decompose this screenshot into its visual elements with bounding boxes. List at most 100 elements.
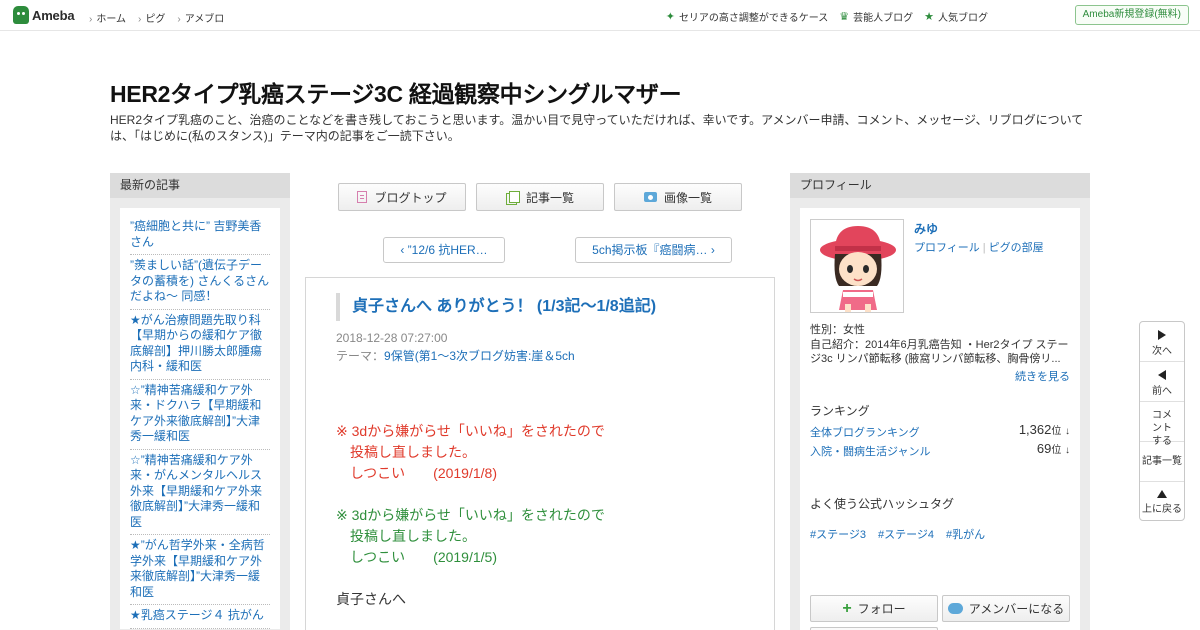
pig-room-link[interactable]: ピグの部屋 (989, 242, 1044, 254)
theme-label: テーマ： (336, 349, 385, 363)
image-list-button[interactable]: 画像一覧 (614, 183, 742, 211)
read-more-link[interactable]: 続きを見る (1015, 368, 1070, 384)
article-card: 貞子さんへ ありがとう！ (1/3記～1/8追記) 2018-12-28 07:… (305, 277, 775, 630)
amember-label: アメンバーになる (968, 602, 1065, 616)
chevron-right-icon: › (707, 243, 715, 257)
notice-line: しつこい (2019/1/8) (336, 465, 497, 481)
recent-articles-list: ”癌細胞と共に” 吉野美香さん ”羨ましい話”(遺伝子データの蓄積を) さんくる… (120, 208, 280, 629)
recent-article-item[interactable]: ☆”精神苦痛緩和ケア外来・ドクハラ【早期緩和ケア外来徹底解剖】”大津秀一緩和医 (130, 380, 270, 450)
ranking-arrow: ↓ (1065, 426, 1070, 437)
recent-article-item[interactable]: ”癌細胞と共に” 吉野美香さん (130, 216, 270, 255)
article-body: ※ 3dから嫌がらせ「いいね」をされたので 投稿し直しました。 しつこい (20… (336, 421, 605, 610)
ranking-number: 1,362 (1018, 422, 1052, 437)
blog-top-button[interactable]: ブログトップ (338, 183, 466, 211)
profile-links: プロフィール | ピグの部屋 (914, 239, 1044, 255)
recent-articles-panel: 最新の記事 ”癌細胞と共に” 吉野美香さん ”羨ましい話”(遺伝子データの蓄積を… (110, 173, 290, 630)
chevron-left-icon: ‹ (400, 243, 408, 257)
header-right-links: ✦ セリアの高さ調整ができるケース ♛ 芸能人ブログ ★ 人気ブログ (666, 9, 988, 24)
trend-link[interactable]: ✦ セリアの高さ調整ができるケース (666, 9, 829, 24)
nav-ameblo[interactable]: アメブロ (177, 10, 225, 25)
recent-article-item[interactable]: ”羨ましい話”(遺伝子データの蓄積を) さんくるさんだよね～ 同感！ (130, 255, 270, 310)
profile-name[interactable]: みゆ (914, 220, 938, 237)
avatar-illustration (811, 220, 903, 312)
float-prev-button[interactable]: 前へ (1140, 362, 1184, 402)
blog-title[interactable]: HER2タイプ乳癌ステージ3C 経過観察中シングルマザー (110, 75, 682, 109)
ranking-label[interactable]: 全体ブログランキング (810, 427, 920, 439)
ranking-value: 1,362位 ↓ (1019, 422, 1070, 437)
sparkle-icon: ✦ (665, 11, 675, 23)
next-article-link[interactable]: 5ch掲示板『癌闘病… › (575, 237, 732, 263)
article-list-label: 記事一覧 (525, 190, 574, 205)
amember-button[interactable]: アメンバーになる (942, 595, 1070, 622)
float-list-button[interactable]: 記事一覧 (1140, 442, 1184, 482)
notice-line: しつこい (2019/1/5) (336, 549, 497, 565)
global-header: Ameba ホーム ピグ アメブロ ✦ セリアの高さ調整ができるケース ♛ 芸能… (0, 0, 1200, 31)
popular-blog-link[interactable]: ★ 人気ブログ (924, 9, 988, 24)
camera-icon (643, 192, 657, 202)
hashtag-link[interactable]: #ステージ4 (878, 526, 934, 542)
hashtag-heading: よく使う公式ハッシュタグ (810, 497, 955, 511)
follow-button[interactable]: + フォロー (810, 595, 938, 622)
ranking-heading: ランキング (810, 404, 870, 418)
profile-card: みゆ プロフィール | ピグの部屋 性別：女性 自己紹介：2014年6月乳癌告知 ・… (800, 208, 1080, 630)
signup-button[interactable]: Ameba新規登録(無料) (1074, 5, 1189, 25)
recent-article-item[interactable]: ★”がん哲学外来・全病哲学外来【早期緩和ケア外来徹底解剖】”大津秀一緩和医 (130, 535, 270, 605)
float-list-label: 記事一覧 (1142, 456, 1182, 467)
blog-top-label: ブログトップ (374, 190, 447, 205)
arrow-right-icon (1158, 330, 1166, 340)
article-theme: テーマ：9保管(第1～3次ブログ妨害:崖＆5ch (336, 347, 575, 364)
float-next-label: 次へ (1152, 346, 1172, 357)
document-icon (357, 191, 368, 203)
global-nav: ホーム ピグ アメブロ (89, 10, 224, 25)
popular-blog-label: 人気ブログ (938, 13, 988, 24)
recent-articles-heading: 最新の記事 (110, 173, 290, 198)
ameba-logo[interactable]: Ameba (13, 6, 75, 24)
celebrity-blog-link[interactable]: ♛ 芸能人ブログ (839, 9, 913, 24)
floating-nav: 次へ 前へ コメントする 記事一覧 上に戻る (1139, 321, 1185, 521)
float-next-button[interactable]: 次へ (1140, 322, 1184, 362)
float-prev-label: 前へ (1152, 386, 1172, 397)
notice-line: 投稿し直しました。 (336, 528, 476, 544)
blog-description: HER2タイプ乳癌のこと、治癌のことなどを書き残しておこうと思います。温かい目で… (110, 113, 1084, 143)
recent-article-item[interactable]: ★がん治療問題先取り科【早期からの緩和ケア徹底解剖】押川勝太郎腫瘍内科・緩和医 (130, 310, 270, 380)
ranking-unit: 位 (1051, 445, 1062, 456)
notice-line: ※ 3dから嫌がらせ「いいね」をされたので (336, 423, 605, 439)
list-icon (505, 190, 520, 205)
plus-icon: + (842, 599, 852, 617)
ranking-label[interactable]: 入院・闘病生活ジャンル (810, 446, 930, 458)
ranking-row: 入院・闘病生活ジャンル 69位 ↓ (810, 441, 1070, 459)
profile-info: 性別：女性 自己紹介：2014年6月乳癌告知 ・Her2タイプ ステージ3c リ… (810, 323, 1072, 367)
theme-link[interactable]: 9保管(第1～3次ブログ妨害:崖＆5ch (384, 349, 575, 363)
recent-article-item[interactable]: ☆”精神苦痛緩和ケア外来・がんメンタルヘルス外来【早期緩和ケア外来徹底解剖】”大… (130, 450, 270, 535)
profile-panel: プロフィール みゆ プロフィール | ピグの部屋 性別：女性 自己紹介：2014… (790, 173, 1090, 630)
celebrity-blog-label: 芸能人ブログ (853, 13, 914, 24)
profile-link[interactable]: プロフィール (914, 242, 980, 254)
star-icon: ★ (924, 11, 934, 23)
profile-intro: 自己紹介：2014年6月乳癌告知 ・Her2タイプ ステージ3c リンパ節転移 … (810, 338, 1069, 366)
float-top-label: 上に戻る (1142, 504, 1182, 515)
hashtag-link[interactable]: #ステージ3 (810, 526, 866, 542)
article-title[interactable]: 貞子さんへ ありがとう！ (1/3記～1/8追記) (336, 293, 746, 321)
profile-heading: プロフィール (790, 173, 1090, 198)
profile-gender: 性別：女性 (810, 324, 865, 336)
article-list-button[interactable]: 記事一覧 (476, 183, 604, 211)
nav-home[interactable]: ホーム (89, 10, 126, 25)
hashtag-link[interactable]: #乳がん (946, 526, 985, 542)
logo-text: Ameba (32, 7, 75, 23)
float-comment-button[interactable]: コメントする (1140, 402, 1184, 447)
crown-icon: ♛ (839, 11, 850, 23)
recent-article-item[interactable]: ★乳癌ステージ４ 抗がん (130, 605, 270, 629)
arrow-left-icon (1158, 370, 1166, 380)
prev-article-label: ”12/6 抗HER… (407, 243, 488, 257)
trend-link-label: セリアの高さ調整ができるケース (678, 13, 829, 24)
profile-avatar[interactable] (810, 219, 904, 313)
float-top-button[interactable]: 上に戻る (1140, 482, 1184, 520)
ranking-arrow: ↓ (1065, 445, 1070, 456)
nav-pig[interactable]: ピグ (138, 10, 165, 25)
chat-bubble-icon (947, 603, 963, 614)
ameba-logo-icon (13, 6, 29, 24)
prev-article-link[interactable]: ‹ ”12/6 抗HER… (383, 237, 505, 263)
ranking-unit: 位 (1051, 426, 1062, 437)
next-article-label: 5ch掲示板『癌闘病… (592, 243, 708, 257)
salutation: 貞子さんへ (336, 591, 406, 607)
